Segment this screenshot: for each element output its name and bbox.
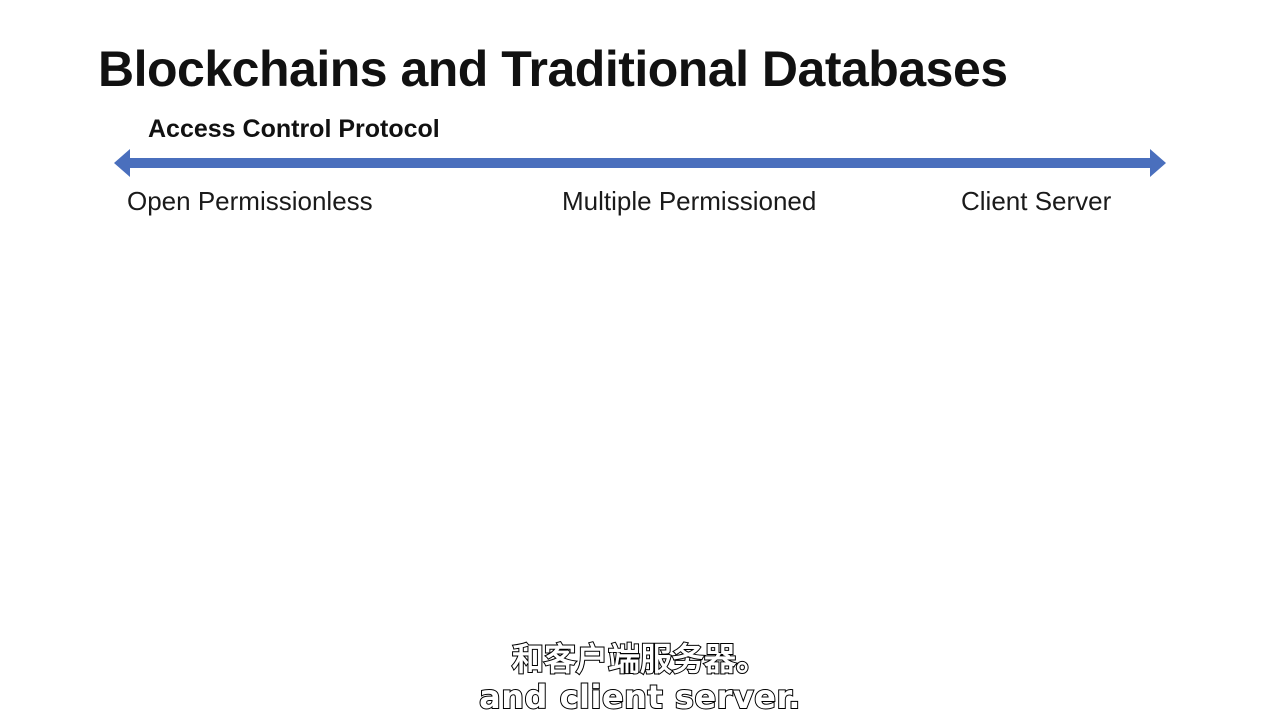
double-headed-arrow: [114, 149, 1166, 177]
slide-title: Blockchains and Traditional Databases: [98, 41, 1008, 97]
caption-chinese: 和客户端服务器。: [511, 639, 769, 679]
slide: Blockchains and Traditional Databases Ac…: [0, 0, 1280, 720]
spectrum-label-multiple-permissioned: Multiple Permissioned: [562, 186, 817, 216]
slide-subtitle: Access Control Protocol: [148, 115, 440, 143]
caption-english: and client server.: [478, 677, 801, 717]
spectrum-label-open-permissionless: Open Permissionless: [127, 186, 373, 216]
spectrum-label-client-server: Client Server: [961, 186, 1112, 216]
spectrum-arrow-shape: [114, 149, 1166, 177]
